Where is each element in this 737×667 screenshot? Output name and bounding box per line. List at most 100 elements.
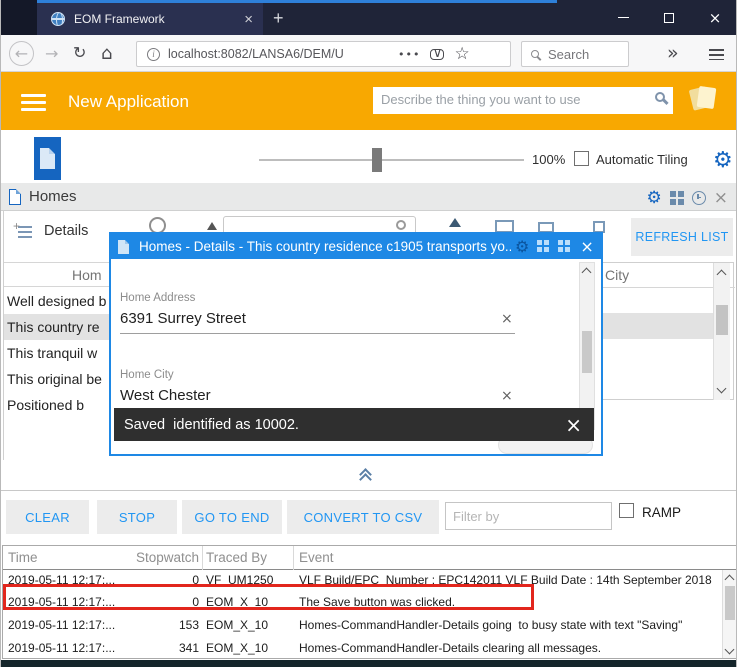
page-actions-icon[interactable]: ••• xyxy=(398,49,420,60)
trace-row[interactable]: 2019-05-11 12:17:... 341 EOM_X_10 Homes-… xyxy=(3,641,721,659)
trace-table-header: Time Stopwatch Traced By Event xyxy=(3,546,737,570)
home-button[interactable]: ⌂ xyxy=(101,45,112,63)
scrollbar-thumb[interactable] xyxy=(716,305,728,335)
homes-panel-title: Homes xyxy=(29,188,77,205)
browser-menu-button[interactable] xyxy=(709,46,724,63)
maximize-icon xyxy=(664,13,674,23)
homes-list-header[interactable]: Hom xyxy=(4,262,109,287)
url-bar[interactable]: i localhost:8082/LANSA6/DEM/U ••• ∨ ☆ xyxy=(136,41,511,67)
tab-close-icon[interactable]: × xyxy=(244,11,253,28)
stop-button[interactable]: STOP xyxy=(97,500,177,534)
city-list-scrollbar[interactable] xyxy=(713,263,730,400)
trace-scroll-up-icon[interactable] xyxy=(725,575,735,585)
document-icon xyxy=(40,148,55,169)
automatic-tiling-label: Automatic Tiling xyxy=(596,152,688,167)
home-city-label: Home City xyxy=(120,369,174,381)
scroll-down-icon[interactable] xyxy=(717,384,727,394)
hidden-toolbar-pin-icon[interactable] xyxy=(207,222,217,230)
dialog-doc-icon xyxy=(118,240,129,254)
list-item[interactable]: This original be xyxy=(4,366,109,392)
dialog-scrollbar-thumb[interactable] xyxy=(582,331,592,373)
browser-search-box[interactable]: Search xyxy=(521,41,629,67)
bookmark-star-icon[interactable]: ☆ xyxy=(454,46,469,63)
hidden-toolbar-upload-icon[interactable] xyxy=(449,218,461,227)
app-search-input[interactable] xyxy=(373,87,635,112)
minimize-icon xyxy=(618,17,629,19)
refresh-list-button[interactable]: REFRESH LIST xyxy=(631,218,733,256)
dialog-title: Homes - Details - This country residence… xyxy=(139,239,511,254)
overflow-menu-icon[interactable]: » xyxy=(667,44,679,63)
window-bottom-edge xyxy=(1,660,737,667)
clear-button[interactable]: CLEAR xyxy=(6,500,89,534)
window-close-button[interactable]: × xyxy=(692,0,737,35)
new-tab-button[interactable]: + xyxy=(273,8,284,29)
homes-tile-icon[interactable] xyxy=(670,191,684,205)
site-info-icon[interactable]: i xyxy=(147,48,160,61)
homes-city-list: City xyxy=(597,262,734,400)
annotation-highlight-box xyxy=(3,584,534,610)
automatic-tiling-checkbox[interactable] xyxy=(574,151,589,166)
browser-window: EOM Framework × + × ← → ↻ ⌂ i localhost:… xyxy=(0,0,737,667)
back-button[interactable]: ← xyxy=(9,41,34,66)
homes-panel-header: Homes xyxy=(1,183,737,211)
dialog-scrollbar[interactable] xyxy=(579,262,595,430)
ramp-checkbox[interactable] xyxy=(619,503,634,518)
app-title: New Application xyxy=(68,92,189,112)
trace-scroll-down-icon[interactable] xyxy=(725,645,735,655)
pocket-icon[interactable]: ∨ xyxy=(430,49,444,60)
browser-search-placeholder: Search xyxy=(548,47,589,62)
browser-tab[interactable]: EOM Framework × xyxy=(37,3,263,35)
homes-close-icon[interactable]: × xyxy=(714,190,728,207)
zoom-slider-thumb[interactable] xyxy=(372,148,382,172)
app-search-icon[interactable] xyxy=(655,92,665,102)
toast-close-icon[interactable]: × xyxy=(565,413,582,437)
go-to-end-button[interactable]: GO TO END xyxy=(182,500,282,534)
dialog-scroll-up-icon[interactable] xyxy=(582,268,592,278)
homes-list: Hom Well designed b This country re This… xyxy=(3,211,109,460)
refresh-button[interactable]: ↻ xyxy=(73,45,86,61)
home-address-value[interactable]: 6391 Surrey Street xyxy=(120,310,246,327)
dialog-expand-icon[interactable] xyxy=(558,240,571,253)
col-event[interactable]: Event xyxy=(299,550,334,565)
list-item[interactable]: Positioned b xyxy=(4,392,109,418)
homes-history-icon[interactable] xyxy=(692,191,706,205)
list-item[interactable]: This tranquil w xyxy=(4,340,109,366)
city-column-header[interactable]: City xyxy=(605,267,629,283)
convert-to-csv-button[interactable]: CONVERT TO CSV xyxy=(287,500,439,534)
col-traced-by[interactable]: Traced By xyxy=(206,550,267,565)
home-address-clear-icon[interactable]: × xyxy=(501,311,513,327)
dialog-header[interactable]: Homes - Details - This country residence… xyxy=(111,234,601,259)
home-city-clear-icon[interactable]: × xyxy=(501,388,513,404)
home-city-value[interactable]: West Chester xyxy=(120,387,211,404)
titlebar-corner xyxy=(1,0,37,35)
col-stopwatch[interactable]: Stopwatch xyxy=(123,550,199,565)
sticky-notes-icon[interactable] xyxy=(689,85,719,113)
home-address-label: Home Address xyxy=(120,292,195,304)
forward-button[interactable]: → xyxy=(45,46,58,62)
dialog-settings-gear-icon[interactable]: ⚙ xyxy=(515,237,529,256)
list-item[interactable]: Well designed b xyxy=(4,288,109,314)
zoom-slider-track[interactable] xyxy=(259,159,524,161)
saved-toast: Saved identified as 10002. × xyxy=(114,408,594,441)
app-search-box[interactable] xyxy=(373,87,673,114)
trace-row[interactable]: 2019-05-11 12:17:... 153 EOM_X_10 Homes-… xyxy=(3,618,721,638)
tab-title: EOM Framework xyxy=(74,12,244,26)
hidden-toolbar-search-icon xyxy=(396,220,406,230)
list-item-selected[interactable]: This country re xyxy=(4,314,109,340)
trace-scrollbar[interactable] xyxy=(722,570,737,659)
col-time[interactable]: Time xyxy=(8,550,38,565)
scroll-up-icon[interactable] xyxy=(717,270,727,280)
application-tile-icon[interactable] xyxy=(34,137,61,180)
homes-settings-gear-icon[interactable]: ⚙ xyxy=(647,188,662,208)
maximize-button[interactable] xyxy=(646,0,692,35)
toast-message: Saved identified as 10002. xyxy=(124,417,565,433)
filter-input[interactable] xyxy=(445,502,612,530)
trace-scrollbar-thumb[interactable] xyxy=(725,586,735,620)
minimize-button[interactable] xyxy=(600,0,646,35)
city-list-selected-row[interactable] xyxy=(598,313,714,339)
app-menu-button[interactable] xyxy=(21,90,46,115)
collapse-panel-button[interactable] xyxy=(361,470,370,484)
dialog-close-icon[interactable]: × xyxy=(580,237,593,256)
dialog-tile-icon[interactable] xyxy=(537,240,550,253)
settings-gear-icon[interactable]: ⚙ xyxy=(713,148,733,173)
